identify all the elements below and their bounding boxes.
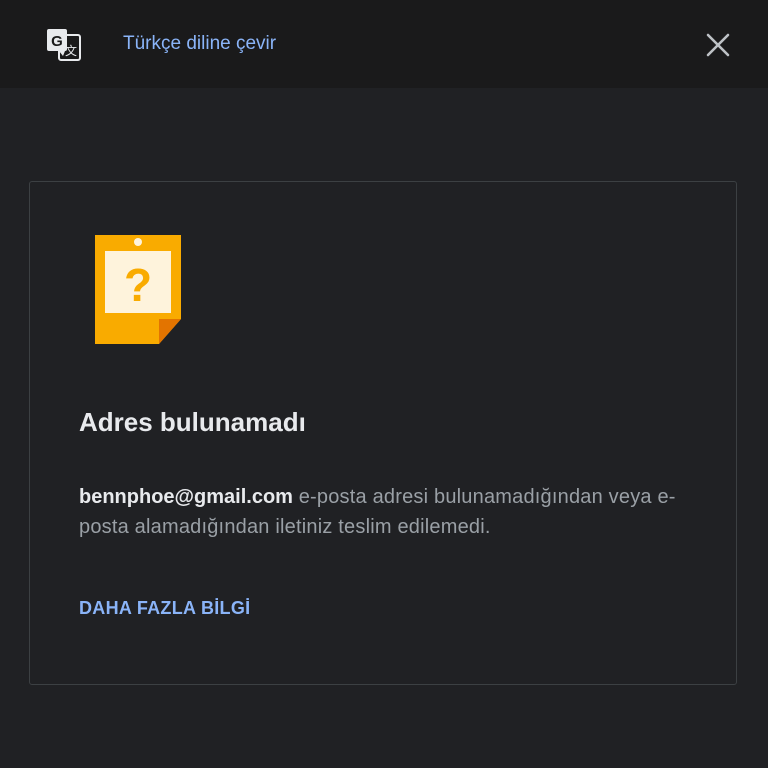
- close-icon[interactable]: [700, 27, 736, 63]
- translate-link[interactable]: Türkçe diline çevir: [123, 32, 276, 56]
- translate-bar: G 文 Türkçe diline çevir: [0, 0, 768, 88]
- learn-more-link[interactable]: DAHA FAZLA BİLGİ: [79, 596, 250, 620]
- google-translate-icon[interactable]: G 文: [46, 27, 82, 63]
- svg-text:G: G: [51, 33, 63, 50]
- bounce-card: ? Adres bulunamadı bennphoe@gmail.com e-…: [29, 181, 737, 685]
- card-title: Adres bulunamadı: [79, 407, 306, 437]
- svg-text:文: 文: [65, 43, 77, 58]
- recipient-email: bennphoe@gmail.com: [79, 486, 293, 508]
- bounce-message: bennphoe@gmail.com e-posta adresi buluna…: [79, 482, 699, 542]
- page: G 文 Türkçe diline çevir ? Adres bulunama…: [0, 0, 768, 768]
- question-note-icon: ?: [95, 235, 183, 347]
- svg-text:?: ?: [124, 259, 152, 311]
